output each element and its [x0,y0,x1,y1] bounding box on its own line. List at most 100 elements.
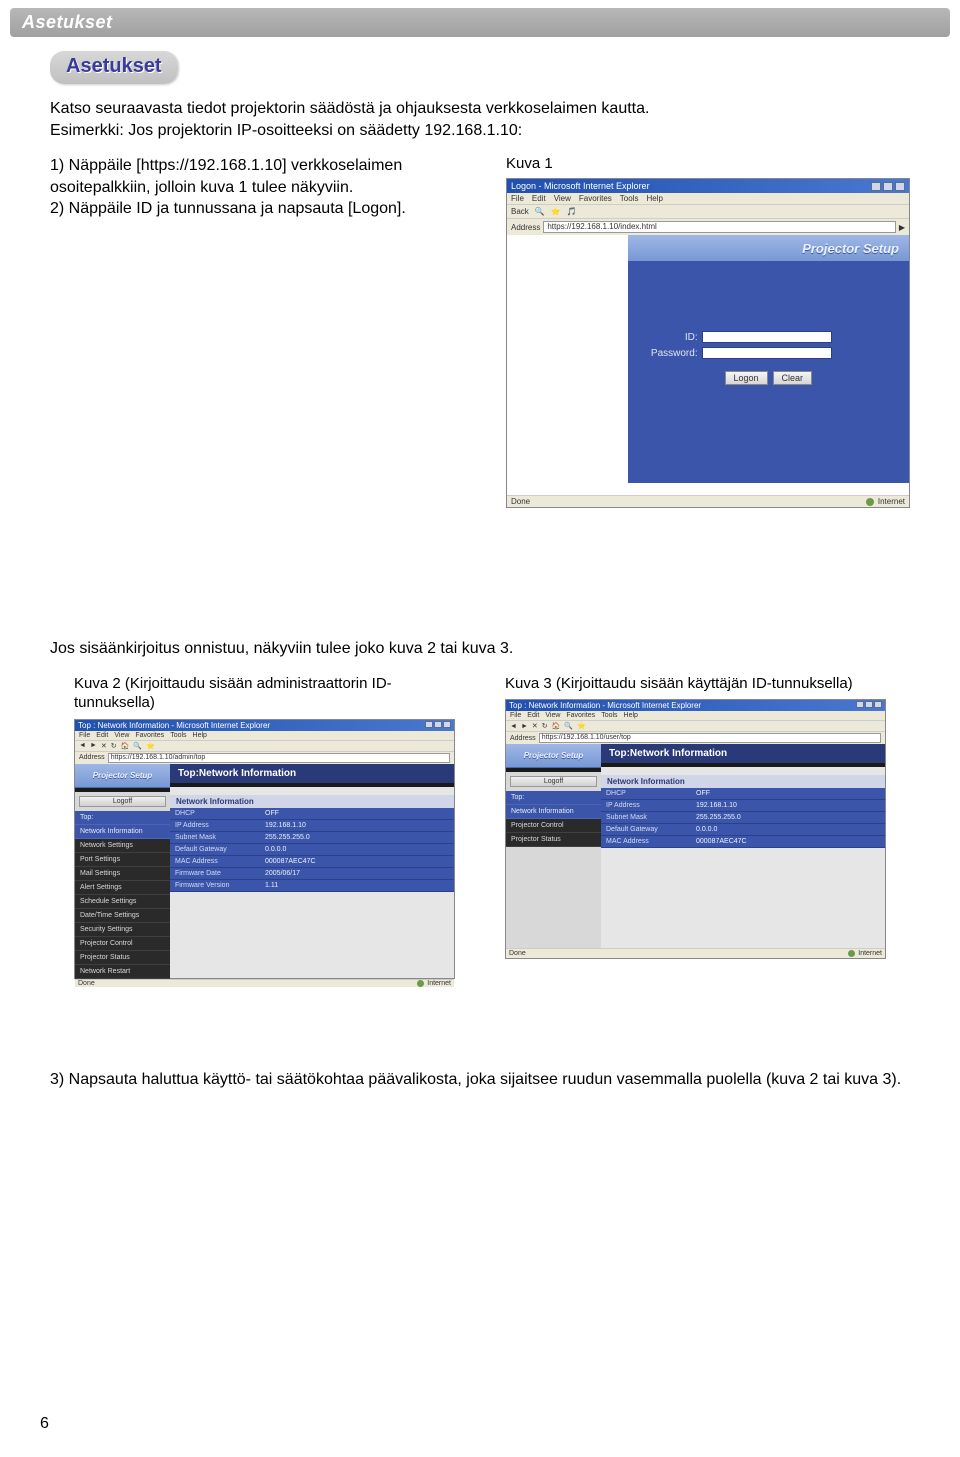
sidebar-item-top[interactable]: Top: [506,791,601,805]
menu-item[interactable]: Help [646,194,662,203]
menu-item[interactable]: Edit [532,194,546,203]
kv-key: Default Gateway [601,824,691,835]
sidebar-item[interactable]: Network Restart [75,965,170,979]
figure-1-window: Logon - Microsoft Internet Explorer File… [506,178,910,508]
menu-item[interactable]: Tools [170,732,186,739]
search-icon[interactable]: 🔍 [133,742,142,750]
menu-item[interactable]: File [511,194,524,203]
login-panel: ID: Password: Logon Clear [628,261,909,483]
menu-item[interactable]: Help [193,732,207,739]
sidebar-item[interactable]: Port Settings [75,853,170,867]
kv-key: MAC Address [601,836,691,847]
zone-icon [848,950,855,957]
sidebar-item[interactable]: Mail Settings [75,867,170,881]
address-input[interactable]: https://192.168.1.10/admin/top [108,753,450,763]
zone-icon [866,498,874,506]
home-icon[interactable]: 🏠 [121,742,130,750]
address-label: Address [511,223,540,232]
menu-bar: File Edit View Favorites Tools Help [507,193,909,204]
menu-item[interactable]: Tools [601,712,617,719]
logoff-button[interactable]: Logoff [510,776,597,787]
page-number: 6 [40,1415,49,1433]
sidebar-item[interactable]: Projector Status [75,951,170,965]
forward-button[interactable]: ► [90,742,97,749]
menu-item[interactable]: File [79,732,90,739]
menu-item[interactable]: Favorites [579,194,612,203]
figure-1-caption: Kuva 1 [506,155,910,172]
projector-setup-title: Projector Setup [802,241,899,256]
menu-item[interactable]: Help [624,712,638,719]
minimize-icon[interactable] [425,721,433,728]
back-button[interactable]: ◄ [79,742,86,749]
sidebar-item[interactable]: Schedule Settings [75,895,170,909]
address-input[interactable]: https://192.168.1.10/index.html [543,221,895,233]
menu-item[interactable]: Favorites [566,712,595,719]
close-icon[interactable] [895,182,905,191]
logoff-button[interactable]: Logoff [79,796,166,807]
kv-key: Firmware Date [170,868,260,879]
search-icon[interactable]: 🔍 [564,722,573,730]
close-icon[interactable] [874,701,882,708]
maximize-icon[interactable] [883,182,893,191]
maximize-icon[interactable] [865,701,873,708]
kv-val: 2005/06/17 [260,868,454,879]
menu-item[interactable]: View [114,732,129,739]
menu-item[interactable]: Tools [620,194,639,203]
menu-item[interactable]: View [545,712,560,719]
page-header: Asetukset [10,8,950,37]
minimize-icon[interactable] [856,701,864,708]
sidebar-item[interactable]: Projector Control [75,937,170,951]
close-icon[interactable] [443,721,451,728]
sidebar-item[interactable]: Security Settings [75,923,170,937]
menu-item[interactable]: Edit [527,712,539,719]
page-header-title: Asetukset [22,12,113,32]
kv-val: 000087AEC47C [260,856,454,867]
favorites-icon[interactable]: ⭐ [551,207,561,216]
clear-button[interactable]: Clear [773,371,813,385]
password-input[interactable] [702,347,832,359]
minimize-icon[interactable] [871,182,881,191]
stop-icon[interactable]: ✕ [101,742,107,750]
address-label: Address [510,735,536,742]
id-input[interactable] [702,331,832,343]
kv-key: DHCP [601,788,691,799]
kv-key: IP Address [601,800,691,811]
sidebar-item-network-info[interactable]: Network Information [506,805,601,819]
projector-setup-title: Projector Setup [506,744,601,768]
home-icon[interactable]: 🏠 [552,722,561,730]
search-icon[interactable]: 🔍 [535,207,545,216]
back-button[interactable]: ◄ [510,723,517,730]
sidebar-item[interactable]: Projector Status [506,833,601,847]
main-title: Top:Network Information [170,764,454,783]
status-right: Internet [878,497,905,506]
kv-val: OFF [260,808,454,819]
forward-button[interactable]: ► [521,723,528,730]
sidebar-item[interactable]: Date/Time Settings [75,909,170,923]
sidebar-item-top[interactable]: Top: [75,811,170,825]
stop-icon[interactable]: ✕ [532,722,538,730]
favorites-icon[interactable]: ⭐ [146,742,155,750]
sidebar-item-network-info[interactable]: Network Information [75,825,170,839]
section-tab: Asetukset [50,51,178,84]
sidebar-item[interactable]: Projector Control [506,819,601,833]
menu-item[interactable]: Favorites [135,732,164,739]
logon-button[interactable]: Logon [725,371,768,385]
menu-item[interactable]: File [510,712,521,719]
address-label: Address [79,754,105,761]
go-icon[interactable]: ▶ [899,223,905,232]
maximize-icon[interactable] [434,721,442,728]
media-icon[interactable]: 🎵 [567,207,577,216]
sidebar-item[interactable]: Network Settings [75,839,170,853]
window-title-text: Top : Network Information - Microsoft In… [78,721,270,730]
kv-key: Subnet Mask [601,812,691,823]
refresh-icon[interactable]: ↻ [542,722,548,730]
favorites-icon[interactable]: ⭐ [577,722,586,730]
sidebar-item[interactable]: Alert Settings [75,881,170,895]
refresh-icon[interactable]: ↻ [111,742,117,750]
address-input[interactable]: https://192.168.1.10/user/top [539,733,881,743]
info-table: DHCPOFF IP Address192.168.1.10 Subnet Ma… [601,788,885,848]
back-button[interactable]: Back [511,207,529,216]
kv-val: 0.0.0.0 [691,824,885,835]
menu-item[interactable]: View [554,194,571,203]
menu-item[interactable]: Edit [96,732,108,739]
